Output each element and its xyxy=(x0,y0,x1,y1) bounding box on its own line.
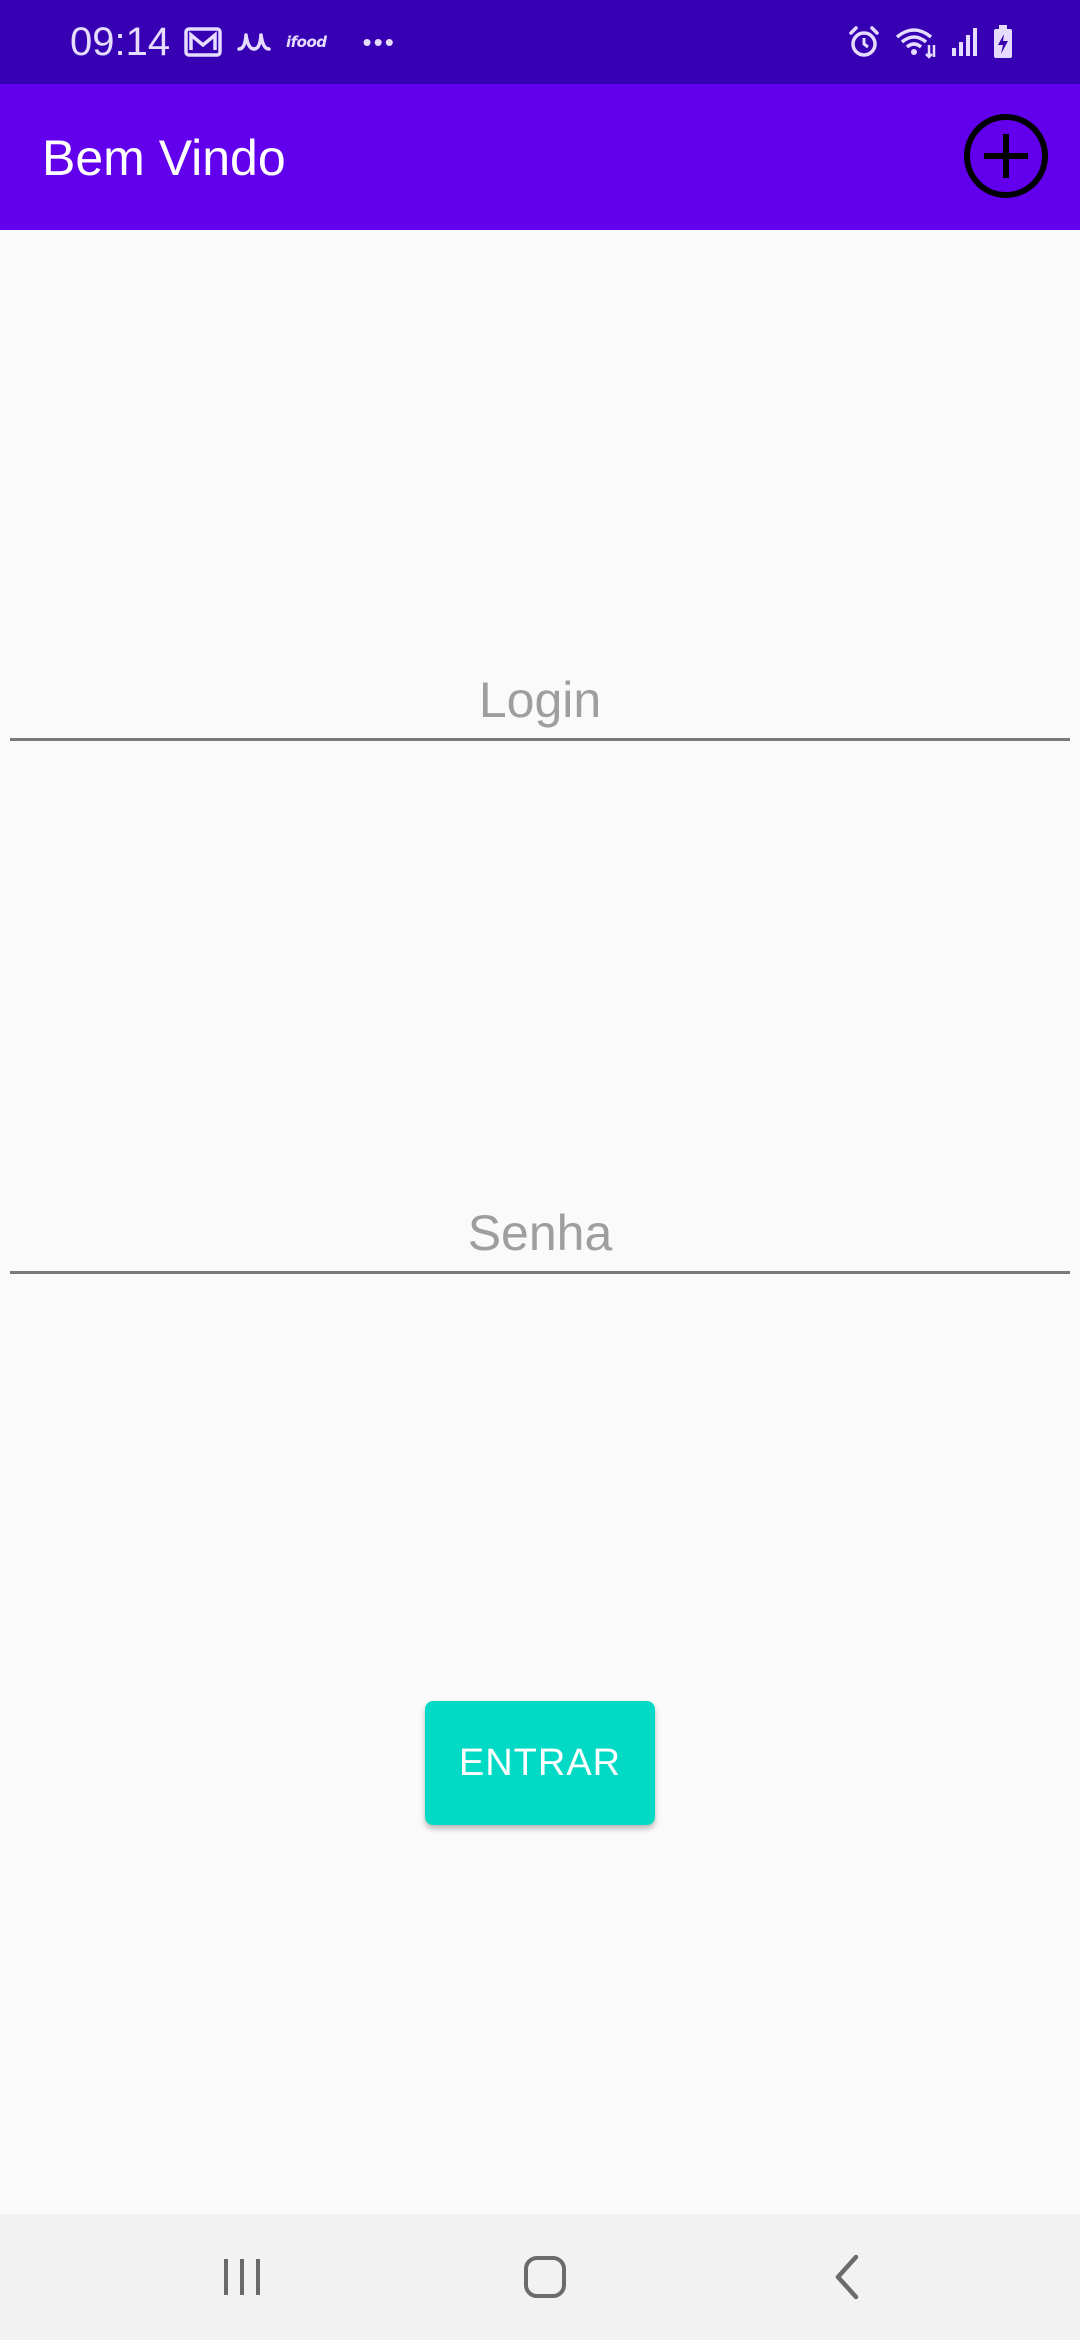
add-button[interactable] xyxy=(962,112,1050,200)
back-button[interactable] xyxy=(808,2242,888,2312)
system-icons xyxy=(846,22,1014,62)
login-input[interactable] xyxy=(10,668,1070,741)
status-bar: 09:14 ifood ••• xyxy=(0,0,1080,84)
gmail-icon xyxy=(184,26,222,58)
wifi-icon xyxy=(894,25,938,59)
home-icon xyxy=(524,2256,566,2298)
app-notification-icon xyxy=(236,27,272,57)
enter-button[interactable]: ENTRAR xyxy=(425,1701,655,1825)
signal-icon xyxy=(950,26,980,58)
add-circle-icon xyxy=(964,114,1048,198)
home-button[interactable] xyxy=(505,2242,585,2312)
recents-icon xyxy=(224,2259,260,2295)
app-bar: Bem Vindo xyxy=(0,84,1080,230)
recents-button[interactable] xyxy=(202,2242,282,2312)
back-icon xyxy=(835,2254,859,2300)
ifood-icon: ifood xyxy=(286,33,327,51)
status-time: 09:14 xyxy=(70,20,171,64)
login-screen: 09:14 ifood ••• Bem Vindo Login ENTRAR xyxy=(0,0,1080,2340)
page-title: Bem Vindo xyxy=(42,130,286,186)
password-input[interactable] xyxy=(10,1201,1070,1274)
more-notifications-icon: ••• xyxy=(362,26,396,57)
battery-charging-icon xyxy=(992,24,1014,60)
navigation-bar xyxy=(0,2214,1080,2340)
notification-icons: ifood ••• xyxy=(184,22,396,62)
alarm-icon xyxy=(846,24,882,60)
